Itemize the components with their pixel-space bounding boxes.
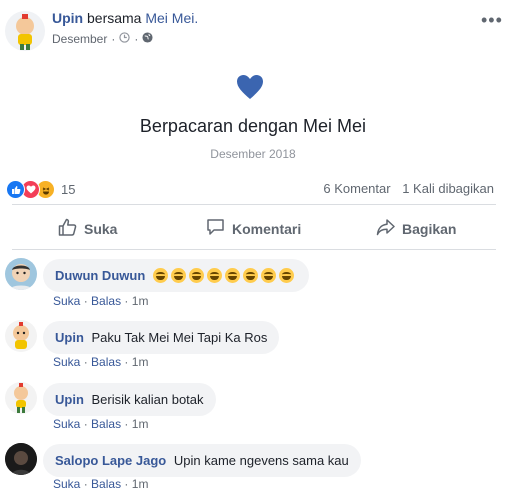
comment-text: Paku Tak Mei Mei Tapi Ka Ros bbox=[91, 330, 268, 345]
meta-dot: · bbox=[83, 417, 88, 431]
post-author-avatar[interactable] bbox=[5, 11, 45, 51]
like-button[interactable]: Suka bbox=[58, 218, 117, 239]
comment-time[interactable]: 1m bbox=[132, 477, 149, 491]
comment-time[interactable]: 1m bbox=[132, 294, 149, 308]
meta-dot: · bbox=[124, 294, 129, 308]
commenter-avatar[interactable] bbox=[5, 443, 37, 475]
comments-count[interactable]: 6 Komentar bbox=[323, 181, 390, 196]
share-button[interactable]: Bagikan bbox=[376, 218, 456, 239]
reaction-count[interactable]: 15 bbox=[61, 182, 75, 197]
comment-meta: Suka · Balas · 1m bbox=[53, 417, 148, 431]
grinning-face-icon bbox=[224, 268, 240, 283]
post-author-name[interactable]: Upin bbox=[52, 10, 83, 26]
meta-dot: · bbox=[124, 355, 129, 369]
comment-reply-link[interactable]: Balas bbox=[91, 477, 121, 491]
comment-bubble: Duwun Duwun bbox=[43, 259, 309, 292]
thumbs-up-icon bbox=[58, 218, 77, 239]
heart-icon bbox=[236, 74, 264, 105]
globe-icon[interactable] bbox=[142, 32, 153, 46]
grinning-face-icon bbox=[206, 268, 222, 283]
post-menu-button[interactable]: ••• bbox=[481, 10, 503, 31]
comment-meta: Suka · Balas · 1m bbox=[53, 477, 148, 491]
comment-button-label: Komentari bbox=[232, 220, 302, 237]
comment-button[interactable]: Komentari bbox=[206, 218, 301, 239]
post-stats: 6 Komentar 1 Kali dibagikan bbox=[323, 181, 494, 196]
grinning-face-icon bbox=[170, 268, 186, 283]
comment-author[interactable]: Duwun Duwun bbox=[55, 268, 145, 283]
comment-bubble: Upin Paku Tak Mei Mei Tapi Ka Ros bbox=[43, 321, 280, 354]
commenter-avatar[interactable] bbox=[5, 320, 37, 352]
shares-count[interactable]: 1 Kali dibagikan bbox=[402, 181, 494, 196]
tagged-name[interactable]: Mei Mei. bbox=[145, 10, 198, 26]
comment-author[interactable]: Upin bbox=[55, 330, 84, 345]
comment-author[interactable]: Upin bbox=[55, 392, 84, 407]
post-header-title: Upin bersama Mei Mei. bbox=[52, 10, 198, 26]
grinning-face-icon bbox=[260, 268, 276, 283]
commenter-avatar[interactable] bbox=[5, 258, 37, 290]
life-event-date: Desember 2018 bbox=[210, 147, 296, 161]
comment-meta: Suka · Balas · 1m bbox=[53, 294, 148, 308]
comment-icon bbox=[206, 218, 225, 239]
meta-dot: · bbox=[124, 417, 129, 431]
meta-dot: · bbox=[83, 294, 88, 308]
divider-top bbox=[12, 204, 496, 205]
comment-like-link[interactable]: Suka bbox=[53, 355, 80, 369]
comment-bubble: Salopo Lape Jago Upin kame ngevens sama … bbox=[43, 444, 361, 477]
like-button-label: Suka bbox=[84, 220, 118, 237]
comment-like-link[interactable]: Suka bbox=[53, 294, 80, 308]
comment-bubble: Upin Berisik kalian botak bbox=[43, 383, 216, 416]
meta-separator: · bbox=[111, 32, 116, 46]
grinning-face-icon bbox=[242, 268, 258, 283]
meta-separator-2: · bbox=[134, 32, 139, 46]
grinning-face-icon bbox=[152, 268, 168, 283]
clock-icon bbox=[119, 32, 131, 46]
comment-text: Upin kame ngevens sama kau bbox=[173, 453, 349, 468]
comment-time[interactable]: 1m bbox=[132, 355, 149, 369]
meta-dot: · bbox=[124, 477, 129, 491]
comment-like-link[interactable]: Suka bbox=[53, 477, 80, 491]
comment-time[interactable]: 1m bbox=[132, 417, 149, 431]
comment-like-link[interactable]: Suka bbox=[53, 417, 80, 431]
post-meta: Desember · · bbox=[52, 32, 153, 46]
share-icon bbox=[376, 218, 395, 239]
comment-reply-link[interactable]: Balas bbox=[91, 294, 121, 308]
reactions-summary[interactable]: 15 bbox=[6, 180, 75, 199]
commenter-avatar[interactable] bbox=[5, 382, 37, 414]
grinning-emoji-group bbox=[152, 268, 297, 283]
post-date[interactable]: Desember bbox=[52, 32, 107, 46]
divider-bottom bbox=[12, 249, 496, 250]
meta-dot: · bbox=[83, 477, 88, 491]
like-icon bbox=[6, 180, 25, 199]
comment-author[interactable]: Salopo Lape Jago bbox=[55, 453, 166, 468]
comment-reply-link[interactable]: Balas bbox=[91, 355, 121, 369]
comment-text: Berisik kalian botak bbox=[91, 392, 204, 407]
grinning-face-icon bbox=[188, 268, 204, 283]
meta-dot: · bbox=[83, 355, 88, 369]
grinning-face-icon bbox=[278, 268, 294, 283]
with-text: bersama bbox=[87, 10, 142, 26]
share-button-label: Bagikan bbox=[402, 220, 457, 237]
life-event-title: Berpacaran dengan Mei Mei bbox=[139, 116, 367, 136]
comment-meta: Suka · Balas · 1m bbox=[53, 355, 148, 369]
comment-reply-link[interactable]: Balas bbox=[91, 417, 121, 431]
